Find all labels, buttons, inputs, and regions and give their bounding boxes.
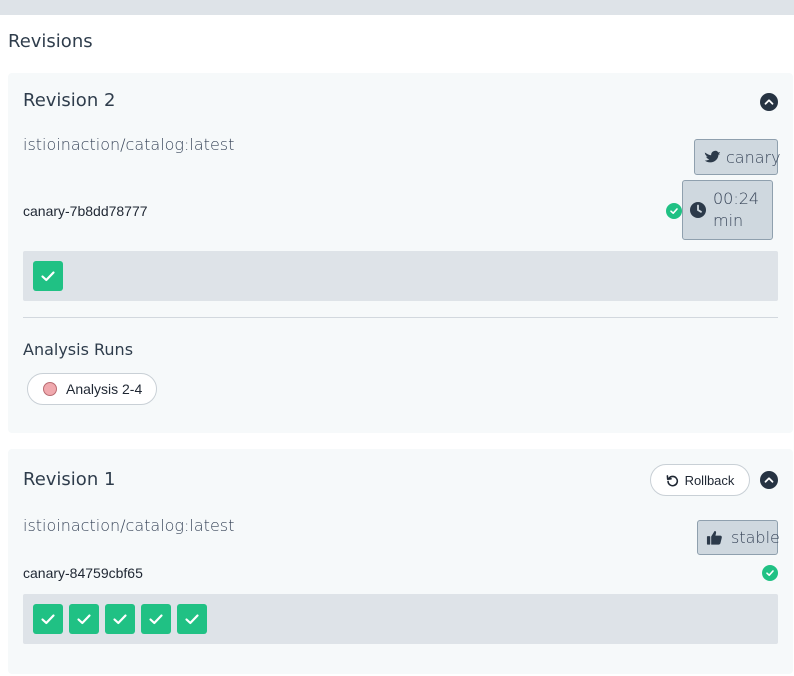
section-title: Revisions bbox=[8, 31, 93, 52]
check-icon bbox=[41, 614, 55, 625]
pods-bar bbox=[23, 251, 778, 301]
pod-status[interactable] bbox=[33, 261, 63, 291]
rollback-button[interactable]: Rollback bbox=[650, 464, 750, 496]
collapse-button[interactable] bbox=[760, 471, 778, 489]
revision-card: Revision 2 istioinaction/catalog:latest … bbox=[8, 73, 793, 433]
pod-status[interactable] bbox=[141, 604, 171, 634]
check-circle-icon bbox=[762, 565, 778, 581]
check-circle-icon bbox=[666, 203, 682, 219]
pod-name: canary-7b8dd78777 bbox=[23, 203, 148, 219]
revision-title: Revision 2 bbox=[23, 90, 116, 111]
timer-badge: 00:24 min bbox=[682, 180, 773, 240]
timer-time: 00:24 bbox=[713, 189, 760, 208]
check-icon bbox=[185, 614, 199, 625]
timer-value: 00:24 min bbox=[713, 188, 759, 232]
revision-title: Revision 1 bbox=[23, 469, 116, 490]
check-icon bbox=[77, 614, 91, 625]
timer-unit: min bbox=[713, 211, 744, 230]
pod-status[interactable] bbox=[33, 604, 63, 634]
rollback-label: Rollback bbox=[684, 472, 735, 488]
badge-label: canary bbox=[726, 147, 781, 167]
analysis-run-button[interactable]: Analysis 2-4 bbox=[27, 373, 157, 405]
undo-icon bbox=[666, 474, 678, 486]
check-icon bbox=[113, 614, 127, 625]
badge-label: stable bbox=[731, 528, 780, 547]
collapse-button[interactable] bbox=[760, 93, 778, 111]
divider bbox=[23, 317, 778, 318]
pod-status[interactable] bbox=[177, 604, 207, 634]
revision-card: Revision 1 Rollback istioinaction/catalo… bbox=[8, 449, 793, 674]
clock-icon bbox=[690, 202, 706, 218]
image-name: istioinaction/catalog:latest bbox=[23, 516, 235, 535]
pods-bar bbox=[23, 594, 778, 644]
image-name: istioinaction/catalog:latest bbox=[23, 135, 235, 154]
canary-badge: canary bbox=[694, 139, 781, 175]
chevron-up-icon bbox=[764, 99, 774, 105]
stable-badge: stable bbox=[697, 520, 780, 555]
analysis-run-label: Analysis 2-4 bbox=[66, 381, 143, 397]
chevron-up-icon bbox=[764, 477, 774, 483]
pod-name: canary-84759cbf65 bbox=[23, 565, 143, 581]
thumbs-up-icon bbox=[706, 531, 722, 545]
pod-status[interactable] bbox=[105, 604, 135, 634]
status-dot-icon bbox=[43, 382, 57, 396]
bird-icon bbox=[704, 150, 721, 163]
analysis-runs-title: Analysis Runs bbox=[23, 340, 134, 359]
check-icon bbox=[149, 614, 163, 625]
check-icon bbox=[41, 271, 55, 282]
pod-status[interactable] bbox=[69, 604, 99, 634]
top-bar bbox=[0, 0, 794, 15]
